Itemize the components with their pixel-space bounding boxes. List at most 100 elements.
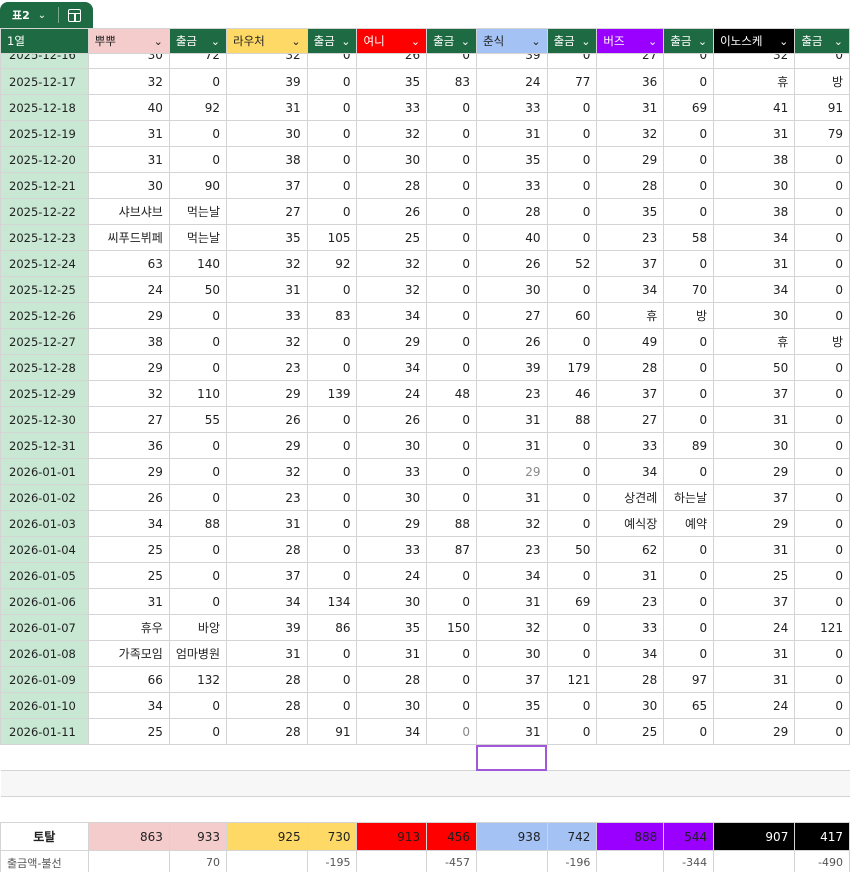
data-cell[interactable]: 0 <box>306 328 358 355</box>
data-cell[interactable]: 0 <box>168 432 228 459</box>
data-cell[interactable]: 먹는날 <box>168 224 228 251</box>
empty-cell[interactable] <box>356 770 427 797</box>
date-cell[interactable]: 2026-01-09 <box>0 666 89 693</box>
data-cell[interactable]: 35 <box>356 68 428 95</box>
data-cell[interactable]: 88 <box>546 406 598 433</box>
data-cell[interactable]: 0 <box>794 224 850 251</box>
empty-cell[interactable] <box>547 744 597 771</box>
data-cell[interactable]: 29 <box>356 328 428 355</box>
total-cell[interactable]: 863 <box>87 822 170 851</box>
data-cell[interactable]: 0 <box>794 588 850 615</box>
data-cell[interactable]: 37 <box>713 380 796 407</box>
data-cell[interactable]: 0 <box>546 510 598 537</box>
data-cell[interactable]: 30 <box>356 432 428 459</box>
data-cell[interactable]: 0 <box>546 276 598 303</box>
data-cell[interactable]: 0 <box>306 510 358 537</box>
data-cell[interactable]: 25 <box>356 224 428 251</box>
data-cell[interactable]: 0 <box>426 53 477 69</box>
data-cell[interactable]: 26 <box>356 198 428 225</box>
data-cell[interactable]: 50 <box>168 276 228 303</box>
data-cell[interactable]: 0 <box>663 328 715 355</box>
chevron-down-icon[interactable]: ⌄ <box>779 35 788 48</box>
total-cell[interactable]: 730 <box>306 822 358 851</box>
data-cell[interactable]: 33 <box>596 432 665 459</box>
data-cell[interactable]: 0 <box>663 718 715 745</box>
data-cell[interactable]: 0 <box>306 536 358 563</box>
data-cell[interactable]: 0 <box>168 302 228 329</box>
data-cell[interactable]: 31 <box>475 718 548 745</box>
data-cell[interactable]: 0 <box>426 562 477 589</box>
data-cell[interactable]: 0 <box>546 53 598 69</box>
data-cell[interactable]: 휴 <box>713 328 796 355</box>
empty-cell[interactable] <box>307 796 357 823</box>
data-cell[interactable]: 24 <box>87 276 170 303</box>
data-cell[interactable]: 40 <box>87 94 170 121</box>
data-cell[interactable]: 34 <box>87 510 170 537</box>
data-cell[interactable]: 0 <box>663 458 715 485</box>
data-cell[interactable]: 0 <box>663 68 715 95</box>
data-cell[interactable]: 30 <box>356 146 428 173</box>
data-cell[interactable]: 65 <box>663 692 715 719</box>
date-cell[interactable]: 2026-01-02 <box>0 484 89 511</box>
data-cell[interactable]: 32 <box>475 614 548 641</box>
data-cell[interactable]: 30 <box>356 692 428 719</box>
chevron-down-icon[interactable]: ⌄ <box>411 35 420 48</box>
data-cell[interactable]: 30 <box>713 172 796 199</box>
total-cell[interactable]: 913 <box>356 822 428 851</box>
data-cell[interactable]: 31 <box>356 640 428 667</box>
data-cell[interactable]: 39 <box>475 354 548 381</box>
date-cell[interactable]: 2025-12-19 <box>0 120 89 147</box>
empty-cell[interactable] <box>88 770 170 797</box>
data-cell[interactable]: 38 <box>87 328 170 355</box>
data-cell[interactable]: 38 <box>713 146 796 173</box>
date-cell[interactable]: 2025-12-24 <box>0 250 89 277</box>
data-cell[interactable]: 30 <box>596 692 665 719</box>
data-cell[interactable]: 32 <box>356 276 428 303</box>
data-cell[interactable]: 89 <box>663 432 715 459</box>
data-cell[interactable]: 87 <box>426 536 477 563</box>
total-cell[interactable]: 907 <box>713 822 796 851</box>
difference-cell[interactable] <box>226 850 308 872</box>
data-cell[interactable]: 28 <box>226 692 308 719</box>
data-cell[interactable]: 29 <box>226 380 308 407</box>
data-cell[interactable]: 0 <box>794 146 850 173</box>
data-cell[interactable]: 0 <box>663 380 715 407</box>
data-cell[interactable]: 0 <box>546 146 598 173</box>
difference-cell[interactable]: -457 <box>426 850 477 872</box>
empty-cell[interactable] <box>426 796 477 823</box>
data-cell[interactable]: 방 <box>663 302 715 329</box>
data-cell[interactable]: 31 <box>475 120 548 147</box>
data-cell[interactable]: 0 <box>426 224 477 251</box>
data-cell[interactable]: 28 <box>596 666 665 693</box>
data-cell[interactable]: 0 <box>546 328 598 355</box>
data-cell[interactable]: 36 <box>596 68 665 95</box>
data-cell[interactable]: 0 <box>306 458 358 485</box>
data-cell[interactable]: 31 <box>226 276 308 303</box>
data-cell[interactable]: 33 <box>356 458 428 485</box>
data-cell[interactable]: 0 <box>306 146 358 173</box>
empty-cell[interactable] <box>596 770 664 797</box>
difference-cell[interactable] <box>475 850 548 872</box>
column-header-10[interactable]: 출금 ⌄ <box>663 28 715 54</box>
data-cell[interactable]: 0 <box>426 276 477 303</box>
data-cell[interactable]: 34 <box>596 640 665 667</box>
difference-cell[interactable]: 70 <box>168 850 228 872</box>
data-cell[interactable]: 0 <box>546 458 598 485</box>
data-cell[interactable]: 29 <box>87 354 170 381</box>
date-cell[interactable]: 2026-01-11 <box>0 718 89 745</box>
date-cell[interactable]: 2025-12-27 <box>0 328 89 355</box>
data-cell[interactable]: 0 <box>546 172 598 199</box>
data-cell[interactable]: 28 <box>226 718 308 745</box>
data-cell[interactable]: 28 <box>226 536 308 563</box>
data-cell[interactable]: 35 <box>596 198 665 225</box>
data-cell[interactable]: 58 <box>663 224 715 251</box>
data-cell[interactable]: 29 <box>87 302 170 329</box>
data-cell[interactable]: 28 <box>356 666 428 693</box>
data-cell[interactable]: 50 <box>546 536 598 563</box>
data-cell[interactable]: 예약 <box>663 510 715 537</box>
empty-cell[interactable] <box>169 770 227 797</box>
empty-cell[interactable] <box>307 770 357 797</box>
data-cell[interactable]: 0 <box>546 198 598 225</box>
data-cell[interactable]: 34 <box>713 276 796 303</box>
data-cell[interactable]: 30 <box>226 120 308 147</box>
